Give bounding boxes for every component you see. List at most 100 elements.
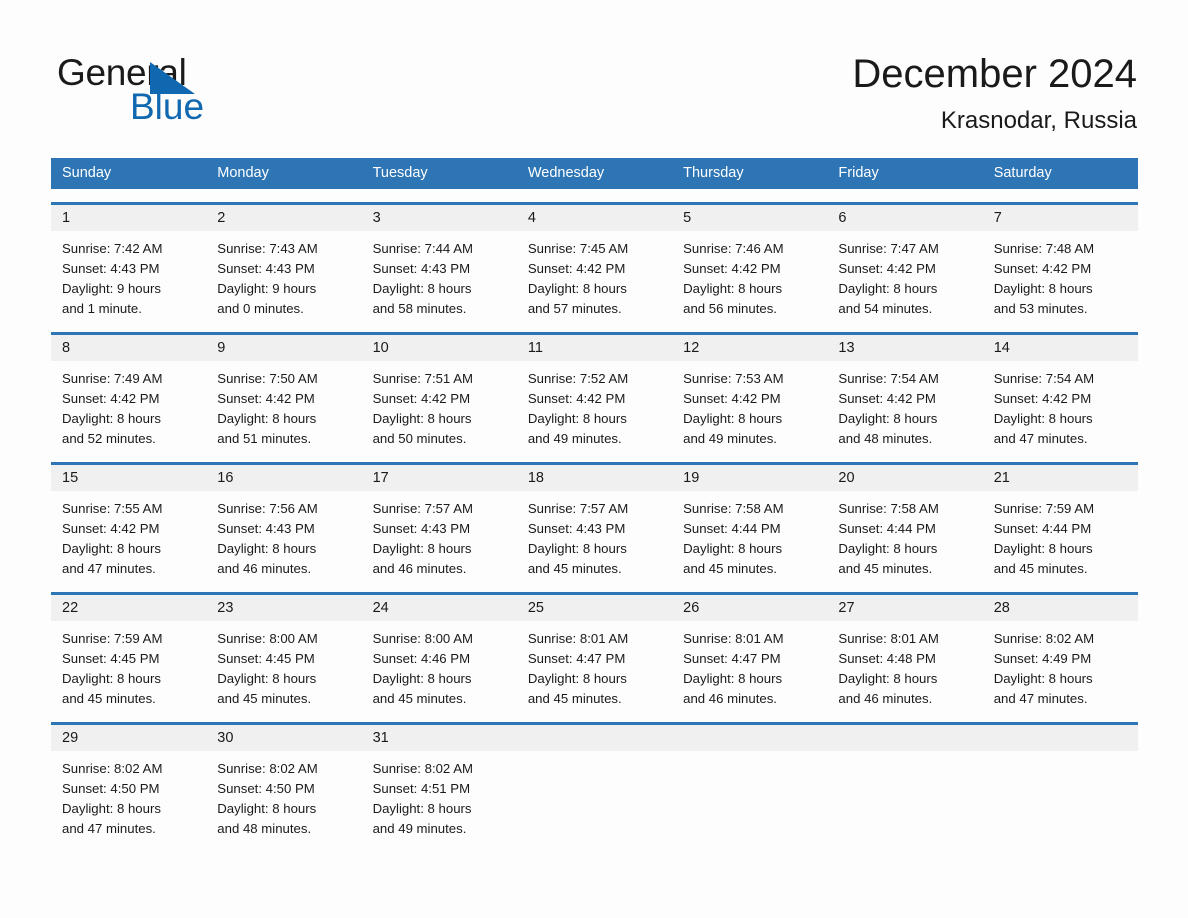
- day-cell[interactable]: 13 Sunrise: 7:54 AM Sunset: 4:42 PM Dayligh…: [827, 335, 983, 449]
- daylight-text-line2: and 45 minutes.: [683, 561, 777, 576]
- day-number: 16: [206, 465, 362, 491]
- day-number: 6: [827, 205, 983, 231]
- day-cell[interactable]: 8 Sunrise: 7:49 AM Sunset: 4:42 PM Daylight…: [51, 335, 207, 449]
- day-details: Sunrise: 7:48 AM Sunset: 4:42 PM Daylight:…: [983, 231, 1138, 319]
- day-number: 28: [982, 595, 1138, 621]
- sunrise-text: Sunrise: 7:54 AM: [838, 371, 939, 386]
- day-details: Sunrise: 7:53 AM Sunset: 4:42 PM Daylight:…: [672, 361, 827, 449]
- day-cell[interactable]: 25 Sunrise: 8:01 AM Sunset: 4:47 PM Dayligh…: [516, 595, 673, 709]
- day-number: 15: [51, 465, 207, 491]
- day-details: Sunrise: 7:54 AM Sunset: 4:42 PM Daylight:…: [983, 361, 1138, 449]
- calendar-week-row: 15 Sunrise: 7:55 AM Sunset: 4:42 PM Dayligh…: [51, 462, 1138, 579]
- daylight-text-line2: and 51 minutes.: [217, 431, 312, 446]
- day-details: Sunrise: 8:02 AM Sunset: 4:49 PM Daylight:…: [983, 621, 1138, 709]
- daylight-text-line1: Daylight: 8 hours: [62, 411, 161, 426]
- day-cell[interactable]: 4 Sunrise: 7:45 AM Sunset: 4:42 PM Daylight…: [516, 205, 673, 319]
- daylight-text-line1: Daylight: 8 hours: [838, 671, 938, 686]
- sunset-text: Sunset: 4:42 PM: [527, 261, 626, 276]
- sunset-text: Sunset: 4:44 PM: [838, 521, 936, 536]
- day-cell[interactable]: 14 Sunrise: 7:54 AM Sunset: 4:42 PM Dayligh…: [982, 335, 1138, 449]
- day-number: 9: [206, 335, 362, 361]
- daylight-text-line1: Daylight: 9 hours: [217, 281, 317, 296]
- day-cell[interactable]: 3 Sunrise: 7:44 AM Sunset: 4:43 PM Daylight…: [361, 205, 517, 319]
- daylight-text-line2: and 46 minutes.: [372, 561, 467, 576]
- day-cell[interactable]: 20 Sunrise: 7:58 AM Sunset: 4:44 PM Dayligh…: [827, 465, 983, 579]
- day-cell[interactable]: 30 Sunrise: 8:02 AM Sunset: 4:50 PM Dayligh…: [206, 725, 362, 839]
- weekday-header-tuesday: Tuesday: [372, 165, 428, 181]
- day-cell[interactable]: 18 Sunrise: 7:57 AM Sunset: 4:43 PM Dayligh…: [516, 465, 673, 579]
- daylight-text-line1: Daylight: 8 hours: [527, 671, 627, 686]
- sunset-text: Sunset: 4:42 PM: [993, 261, 1092, 276]
- day-cell[interactable]: 23 Sunrise: 8:00 AM Sunset: 4:45 PM Dayligh…: [206, 595, 362, 709]
- week-days: 29 Sunrise: 8:02 AM Sunset: 4:50 PM Dayligh…: [51, 725, 1138, 839]
- day-number: 14: [982, 335, 1138, 361]
- day-details: Sunrise: 7:58 AM Sunset: 4:44 PM Daylight:…: [827, 491, 982, 579]
- day-cell[interactable]: 19 Sunrise: 7:58 AM Sunset: 4:44 PM Dayligh…: [672, 465, 828, 579]
- day-cell-empty: [516, 725, 673, 839]
- day-number: 19: [672, 465, 828, 491]
- day-cell-empty: [982, 725, 1138, 839]
- sunset-text: Sunset: 4:50 PM: [217, 781, 315, 796]
- day-cell[interactable]: 28 Sunrise: 8:02 AM Sunset: 4:49 PM Dayligh…: [982, 595, 1138, 709]
- daylight-text-line2: and 53 minutes.: [993, 301, 1088, 316]
- sunset-text: Sunset: 4:46 PM: [372, 651, 471, 666]
- day-details: Sunrise: 8:00 AM Sunset: 4:46 PM Daylight:…: [362, 621, 517, 709]
- sunset-text: Sunset: 4:44 PM: [993, 521, 1092, 536]
- day-cell[interactable]: 5 Sunrise: 7:46 AM Sunset: 4:42 PM Daylight…: [672, 205, 828, 319]
- day-cell[interactable]: 17 Sunrise: 7:57 AM Sunset: 4:43 PM Dayligh…: [361, 465, 517, 579]
- sunrise-text: Sunrise: 7:49 AM: [62, 371, 163, 386]
- sunset-text: Sunset: 4:42 PM: [683, 261, 781, 276]
- daylight-text-line1: Daylight: 8 hours: [993, 541, 1093, 556]
- day-details: Sunrise: 7:57 AM Sunset: 4:43 PM Daylight:…: [362, 491, 517, 579]
- day-cell[interactable]: 11 Sunrise: 7:52 AM Sunset: 4:42 PM Dayligh…: [516, 335, 673, 449]
- daylight-text-line1: Daylight: 8 hours: [372, 281, 472, 296]
- daylight-text-line2: and 47 minutes.: [62, 561, 156, 576]
- day-cell[interactable]: 24 Sunrise: 8:00 AM Sunset: 4:46 PM Dayligh…: [361, 595, 517, 709]
- day-cell[interactable]: 10 Sunrise: 7:51 AM Sunset: 4:42 PM Dayligh…: [361, 335, 517, 449]
- sunset-text: Sunset: 4:43 PM: [62, 261, 160, 276]
- week-days: 8 Sunrise: 7:49 AM Sunset: 4:42 PM Daylight…: [51, 335, 1138, 449]
- day-cell[interactable]: 1 Sunrise: 7:42 AM Sunset: 4:43 PM Daylight…: [51, 205, 207, 319]
- day-cell[interactable]: 21 Sunrise: 7:59 AM Sunset: 4:44 PM Dayligh…: [982, 465, 1138, 579]
- day-cell[interactable]: 31 Sunrise: 8:02 AM Sunset: 4:51 PM Dayligh…: [361, 725, 517, 839]
- day-cell[interactable]: 9 Sunrise: 7:50 AM Sunset: 4:42 PM Daylight…: [206, 335, 362, 449]
- day-number: 29: [51, 725, 207, 751]
- day-cell[interactable]: 29 Sunrise: 8:02 AM Sunset: 4:50 PM Dayligh…: [51, 725, 207, 839]
- day-cell[interactable]: 2 Sunrise: 7:43 AM Sunset: 4:43 PM Daylight…: [206, 205, 362, 319]
- sunset-text: Sunset: 4:49 PM: [993, 651, 1092, 666]
- day-cell-empty: [672, 725, 828, 839]
- day-number: 26: [672, 595, 828, 621]
- sunset-text: Sunset: 4:42 PM: [993, 391, 1092, 406]
- day-cell[interactable]: 22 Sunrise: 7:59 AM Sunset: 4:45 PM Dayligh…: [51, 595, 207, 709]
- day-details: Sunrise: 8:02 AM Sunset: 4:50 PM Daylight:…: [206, 751, 361, 839]
- sunset-text: Sunset: 4:47 PM: [527, 651, 626, 666]
- daylight-text-line2: and 45 minutes.: [527, 561, 622, 576]
- sunset-text: Sunset: 4:43 PM: [527, 521, 626, 536]
- daylight-text-line2: and 45 minutes.: [217, 691, 312, 706]
- week-days: 22 Sunrise: 7:59 AM Sunset: 4:45 PM Dayligh…: [51, 595, 1138, 709]
- day-cell[interactable]: 6 Sunrise: 7:47 AM Sunset: 4:42 PM Daylight…: [827, 205, 983, 319]
- day-details: Sunrise: 7:56 AM Sunset: 4:43 PM Daylight:…: [206, 491, 361, 579]
- generalblue-logo[interactable]: General Blue: [57, 52, 317, 127]
- day-number: 17: [361, 465, 517, 491]
- sunrise-text: Sunrise: 8:02 AM: [372, 761, 473, 776]
- daylight-text-line2: and 46 minutes.: [683, 691, 777, 706]
- day-details: Sunrise: 7:49 AM Sunset: 4:42 PM Daylight:…: [51, 361, 206, 449]
- day-cell[interactable]: 27 Sunrise: 8:01 AM Sunset: 4:48 PM Dayligh…: [827, 595, 983, 709]
- daylight-text-line2: and 47 minutes.: [993, 431, 1088, 446]
- sunset-text: Sunset: 4:42 PM: [527, 391, 626, 406]
- calendar-weeks: 1 Sunrise: 7:42 AM Sunset: 4:43 PM Daylight…: [51, 202, 1138, 839]
- day-cell[interactable]: 15 Sunrise: 7:55 AM Sunset: 4:42 PM Dayligh…: [51, 465, 207, 579]
- sunrise-text: Sunrise: 8:01 AM: [683, 631, 784, 646]
- day-details: [827, 751, 982, 833]
- daylight-text-line2: and 45 minutes.: [527, 691, 622, 706]
- day-details: [517, 751, 672, 833]
- day-cell[interactable]: 26 Sunrise: 8:01 AM Sunset: 4:47 PM Dayligh…: [672, 595, 828, 709]
- daylight-text-line1: Daylight: 8 hours: [527, 281, 627, 296]
- day-cell[interactable]: 12 Sunrise: 7:53 AM Sunset: 4:42 PM Dayligh…: [672, 335, 828, 449]
- day-cell[interactable]: 7 Sunrise: 7:48 AM Sunset: 4:42 PM Daylight…: [982, 205, 1138, 319]
- day-cell[interactable]: 16 Sunrise: 7:56 AM Sunset: 4:43 PM Dayligh…: [206, 465, 362, 579]
- day-details: [672, 751, 827, 833]
- daylight-text-line1: Daylight: 8 hours: [838, 541, 938, 556]
- day-details: Sunrise: 7:59 AM Sunset: 4:44 PM Daylight:…: [983, 491, 1138, 579]
